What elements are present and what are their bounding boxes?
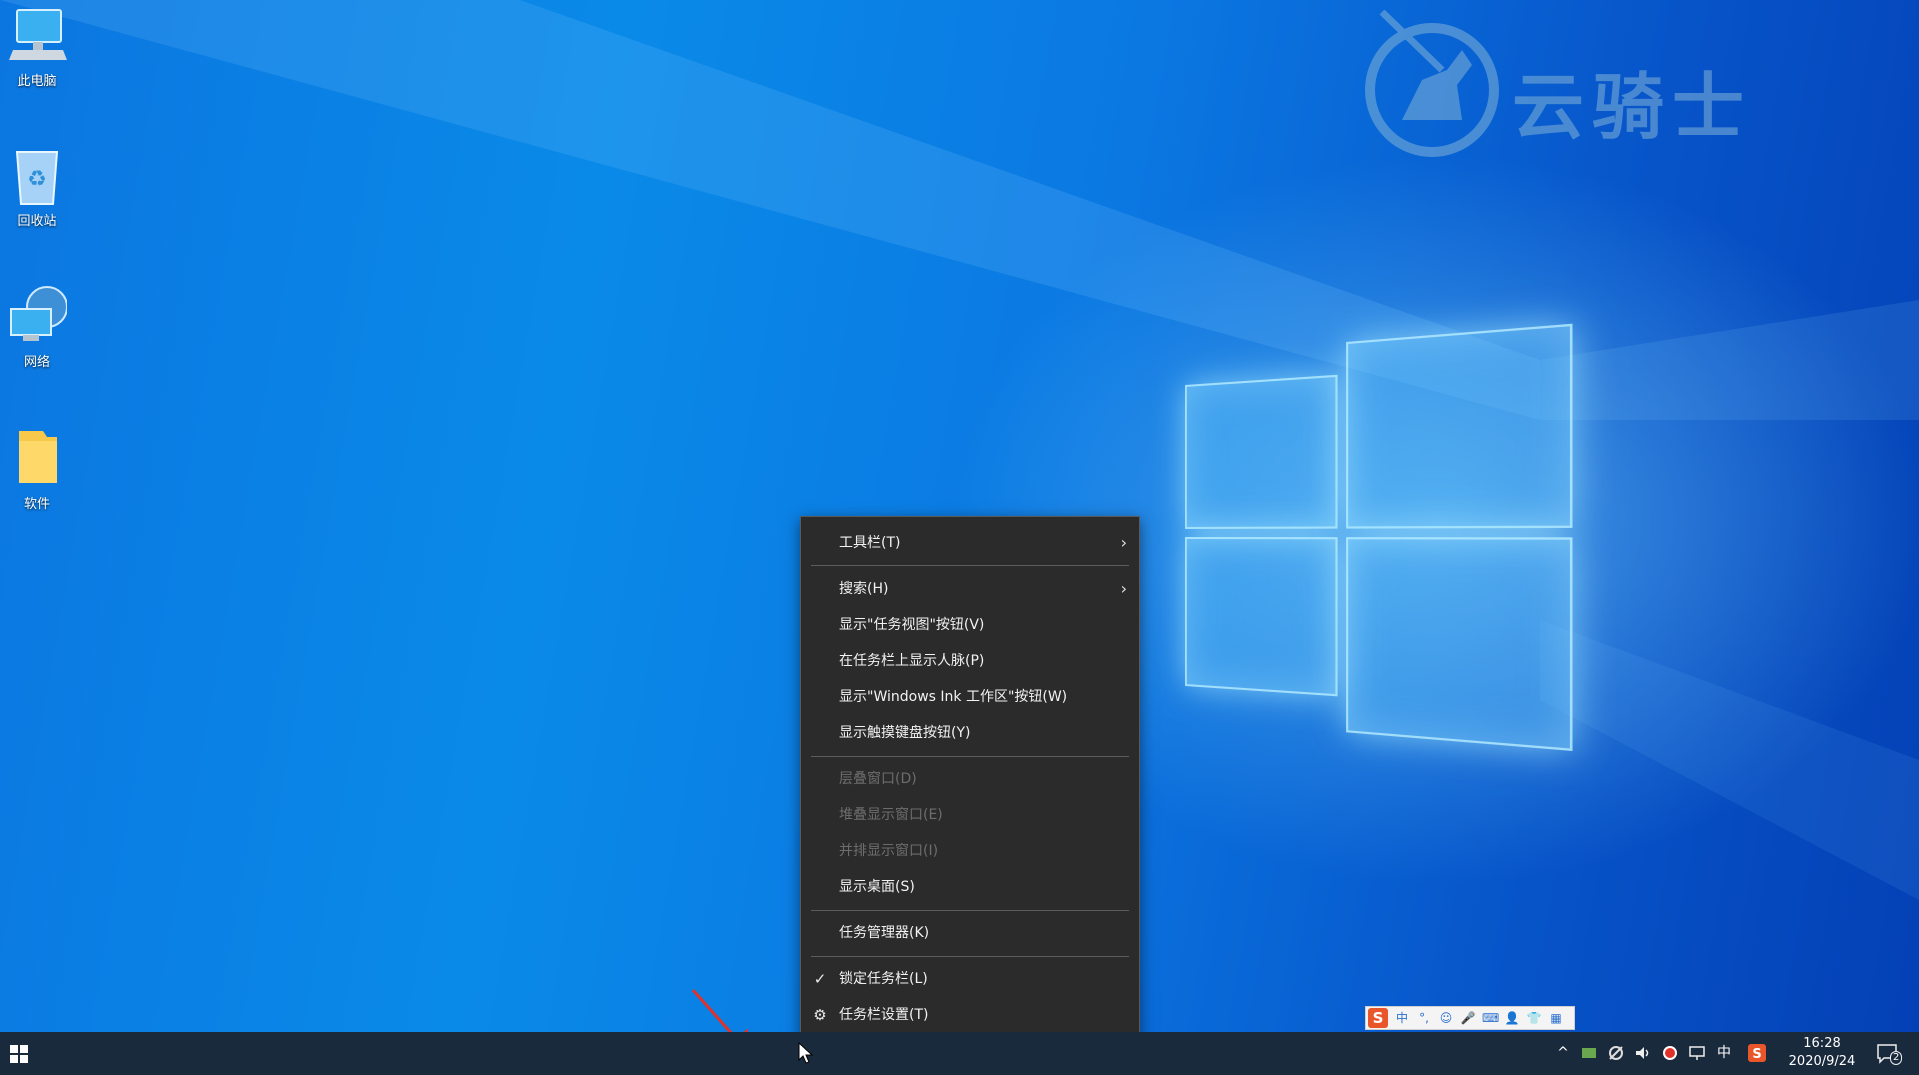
menu-item-label: 并排显示窗口(I) (839, 843, 939, 859)
menu-item-label: 搜索(H) (839, 581, 889, 597)
menu-item-toolbars[interactable]: 工具栏(T) › (801, 526, 1139, 560)
menu-item-show-touch-keyboard[interactable]: 显示触摸键盘按钮(Y) (801, 716, 1139, 750)
clock[interactable]: 16:28 2020/9/24 (1776, 1035, 1868, 1071)
menu-separator (811, 910, 1129, 911)
windows-start-icon[interactable] (10, 1045, 28, 1063)
menu-separator (811, 565, 1129, 566)
menu-item-lock-taskbar[interactable]: ✓ 锁定任务栏(L) (801, 962, 1139, 996)
clock-date: 2020/9/24 (1788, 1054, 1856, 1069)
menu-item-label: 层叠窗口(D) (839, 771, 917, 787)
svg-text:S: S (1752, 1047, 1761, 1062)
menu-item-label: 锁定任务栏(L) (839, 971, 928, 987)
ime-chinese-mode-icon[interactable]: 中 (1394, 1010, 1410, 1026)
menu-item-label: 堆叠显示窗口(E) (839, 807, 943, 823)
menu-item-label: 任务栏设置(T) (839, 1007, 929, 1023)
input-method-indicator[interactable]: 中 (1715, 1044, 1733, 1062)
gear-icon: ⚙ (813, 1006, 827, 1024)
taskbar[interactable]: ^ 中 S 16:28 2020/9/24 2 (0, 1032, 1919, 1075)
chevron-right-icon: › (1120, 579, 1127, 598)
menu-separator (811, 956, 1129, 957)
menu-item-task-manager[interactable]: 任务管理器(K) (801, 916, 1139, 950)
menu-item-label: 工具栏(T) (839, 535, 901, 551)
menu-item-label: 在任务栏上显示人脉(P) (839, 653, 985, 669)
menu-item-label: 显示桌面(S) (839, 879, 915, 895)
ime-emoji-icon[interactable]: ☺ (1438, 1010, 1454, 1026)
taskbar-context-menu: 工具栏(T) › 搜索(H) › 显示"任务视图"按钮(V) 在任务栏上显示人脉… (800, 516, 1140, 1043)
clock-time: 16:28 (1803, 1036, 1841, 1051)
ime-voice-icon[interactable]: 🎤 (1460, 1010, 1476, 1026)
nvidia-icon[interactable] (1580, 1044, 1598, 1062)
menu-item-side-by-side-windows: 并排显示窗口(I) (801, 834, 1139, 868)
show-hidden-icons-chevron-icon[interactable]: ^ (1554, 1044, 1572, 1062)
menu-item-search[interactable]: 搜索(H) › (801, 572, 1139, 606)
menu-item-show-people[interactable]: 在任务栏上显示人脉(P) (801, 644, 1139, 678)
menu-item-show-task-view[interactable]: 显示"任务视图"按钮(V) (801, 608, 1139, 642)
annotation-arrow-taskbar (691, 989, 756, 1032)
menu-item-taskbar-settings[interactable]: ⚙ 任务栏设置(T) (801, 998, 1139, 1032)
menu-item-stack-windows: 堆叠显示窗口(E) (801, 798, 1139, 832)
menu-item-cascade-windows: 层叠窗口(D) (801, 762, 1139, 796)
mouse-cursor-icon (798, 1042, 814, 1064)
action-center-button[interactable]: 2 (1876, 1043, 1903, 1065)
ime-toolbar[interactable]: S 中 °, ☺ 🎤 ⌨ 👤 👕 ▦ (1365, 1006, 1575, 1030)
ime-keyboard-icon[interactable]: ⌨ (1482, 1010, 1499, 1026)
record-icon[interactable] (1661, 1044, 1679, 1062)
chevron-right-icon: › (1120, 533, 1127, 552)
sogou-icon[interactable]: S (1748, 1044, 1766, 1062)
menu-item-label: 显示"Windows Ink 工作区"按钮(W) (839, 689, 1068, 705)
ime-skin-icon[interactable]: 👕 (1526, 1010, 1542, 1026)
network-icon[interactable] (1607, 1044, 1625, 1062)
menu-item-show-desktop[interactable]: 显示桌面(S) (801, 870, 1139, 904)
notification-count-badge: 2 (1890, 1051, 1903, 1065)
menu-item-label: 任务管理器(K) (839, 925, 930, 941)
checkmark-icon: ✓ (813, 970, 827, 988)
display-icon[interactable] (1688, 1044, 1706, 1062)
ime-punctuation-icon[interactable]: °, (1416, 1010, 1432, 1026)
volume-icon[interactable] (1634, 1044, 1652, 1062)
menu-item-label: 显示"任务视图"按钮(V) (839, 617, 985, 633)
sogou-logo-icon[interactable]: S (1368, 1008, 1388, 1028)
menu-item-label: 显示触摸键盘按钮(Y) (839, 725, 971, 741)
ime-user-icon[interactable]: 👤 (1504, 1010, 1520, 1026)
menu-item-show-windows-ink[interactable]: 显示"Windows Ink 工作区"按钮(W) (801, 680, 1139, 714)
menu-separator (811, 756, 1129, 757)
ime-toolbox-icon[interactable]: ▦ (1548, 1010, 1564, 1026)
